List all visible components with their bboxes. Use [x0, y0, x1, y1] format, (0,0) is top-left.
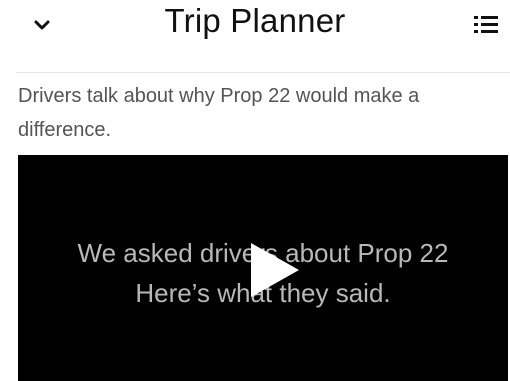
video-player[interactable]: We asked drivers about Prop 22 Here’s wh… — [18, 155, 508, 381]
page-title: Trip Planner — [164, 2, 346, 39]
chevron-down-icon — [34, 20, 50, 30]
play-icon[interactable] — [243, 240, 303, 300]
menu-button[interactable] — [466, 8, 506, 40]
collapse-button[interactable] — [26, 10, 58, 40]
top-bar: Trip Planner — [0, 0, 510, 48]
list-menu-icon — [474, 16, 498, 33]
video-caption: Drivers talk about why Prop 22 would mak… — [18, 85, 420, 141]
divider — [16, 72, 510, 73]
